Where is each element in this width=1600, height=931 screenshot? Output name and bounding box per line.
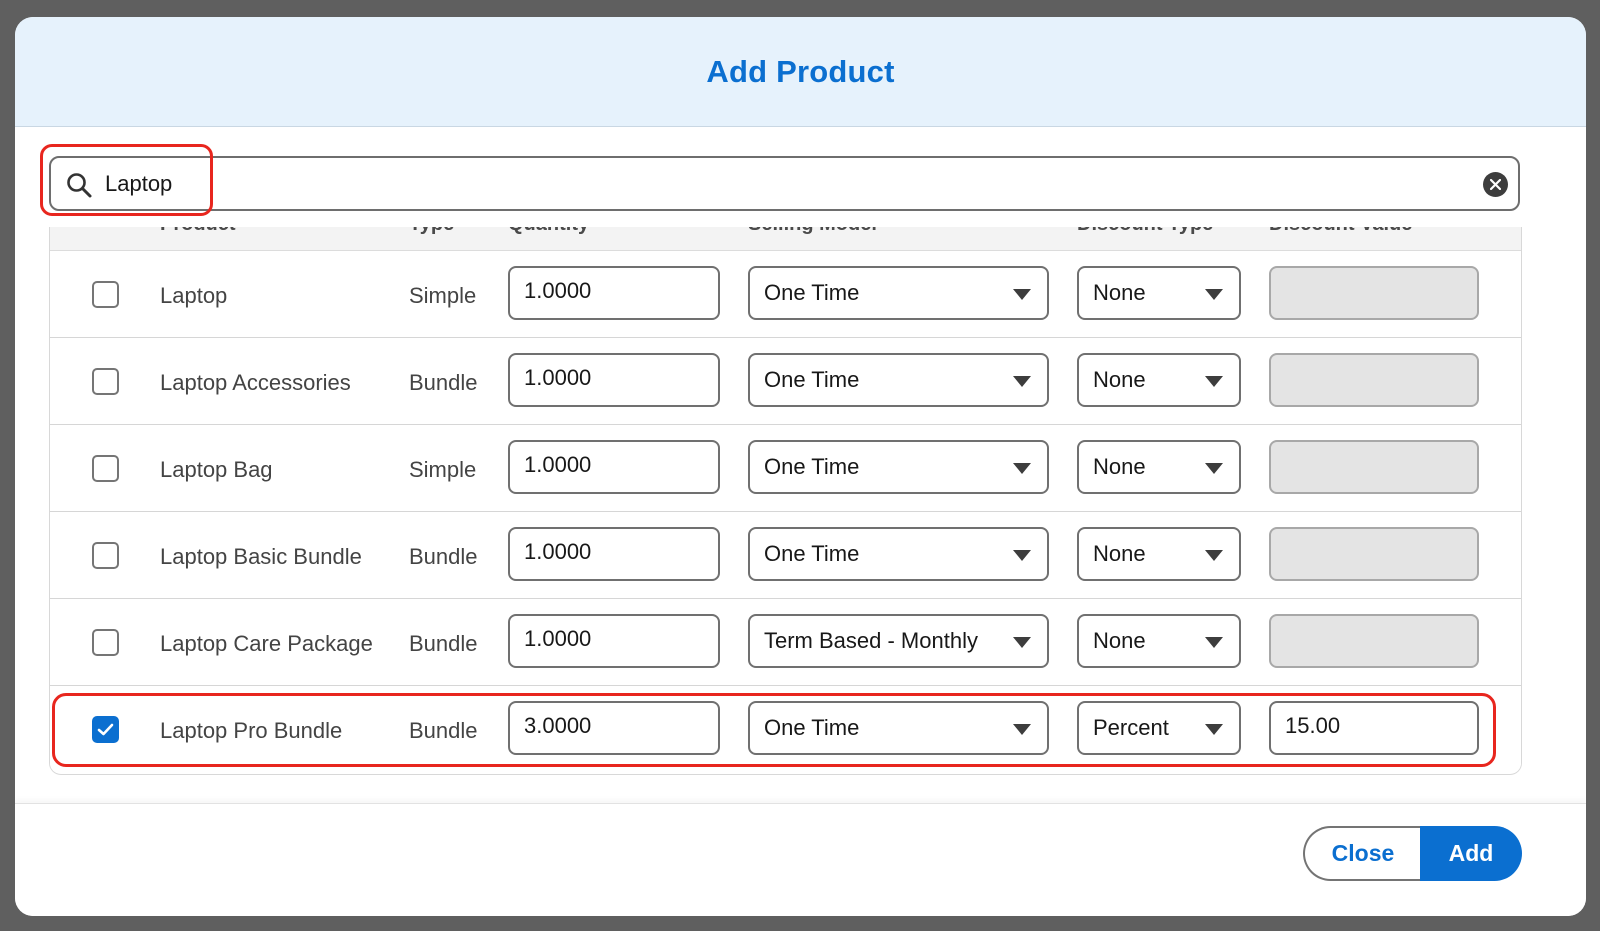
discount-type-select[interactable]: None: [1077, 440, 1241, 494]
selling-model-select[interactable]: One Time: [748, 440, 1049, 494]
quantity-value: 1.0000: [524, 539, 592, 564]
discount-type-value: None: [1093, 280, 1146, 305]
row-checkbox[interactable]: [92, 542, 119, 569]
product-name: Laptop: [160, 283, 228, 308]
column-header-type: Type: [409, 227, 454, 236]
product-type: Simple: [409, 283, 477, 308]
discount-value-input: [1269, 614, 1479, 668]
selling-model-value: One Time: [764, 541, 860, 566]
close-circle-icon[interactable]: [1483, 172, 1508, 197]
chevron-down-icon: [1205, 550, 1223, 561]
selling-model-value: One Time: [764, 367, 860, 392]
row-checkbox[interactable]: [92, 455, 119, 482]
chevron-down-icon: [1013, 289, 1031, 300]
search-input[interactable]: [105, 164, 1435, 204]
quantity-value: 3.0000: [524, 713, 592, 738]
discount-type-select[interactable]: None: [1077, 266, 1241, 320]
discount-value-input: [1269, 266, 1479, 320]
table-row: Laptop Basic Bundle Bundle 1.0000 One Time N…: [50, 512, 1521, 599]
selling-model-value: One Time: [764, 280, 860, 305]
product-table: Product Type Quantity Selling Model Disc…: [49, 227, 1522, 775]
search-icon: [67, 173, 92, 198]
column-header-selling-model: Selling Model: [748, 227, 877, 236]
checkmark-icon: [97, 723, 114, 736]
discount-type-value: None: [1093, 454, 1146, 479]
product-name: Laptop Accessories: [160, 370, 351, 395]
chevron-down-icon: [1205, 376, 1223, 387]
quantity-value: 1.0000: [524, 626, 592, 651]
discount-type-select[interactable]: None: [1077, 614, 1241, 668]
table-row: Laptop Accessories Bundle 1.0000 One Time No…: [50, 338, 1521, 425]
product-name: Laptop Bag: [160, 457, 273, 482]
discount-value-input: [1269, 353, 1479, 407]
discount-value-input: [1269, 527, 1479, 581]
discount-type-value: None: [1093, 628, 1146, 653]
column-header-quantity: Quantity: [508, 227, 589, 236]
selling-model-select[interactable]: One Time: [748, 266, 1049, 320]
product-type: Simple: [409, 457, 477, 482]
discount-value-input[interactable]: 15.00: [1269, 701, 1479, 755]
row-checkbox[interactable]: [92, 368, 119, 395]
close-button[interactable]: Close: [1303, 826, 1421, 881]
discount-value: 15.00: [1285, 713, 1341, 738]
column-header-discount-value: Discount Value: [1269, 227, 1412, 236]
quantity-value: 1.0000: [524, 278, 592, 303]
discount-type-value: Percent: [1093, 715, 1169, 740]
table-row: Laptop Bag Simple 1.0000 One Time None: [50, 425, 1521, 512]
add-button[interactable]: Add: [1420, 826, 1522, 881]
table-body: Laptop Simple 1.0000 One Time None Laptop Acc…: [50, 251, 1521, 773]
modal-title: Add Product: [706, 53, 895, 89]
add-product-modal: Add Product Product Type Quantity Sellin…: [15, 17, 1586, 916]
table-row: Laptop Simple 1.0000 One Time None: [50, 251, 1521, 338]
quantity-input[interactable]: 1.0000: [508, 353, 720, 407]
row-checkbox[interactable]: [92, 716, 119, 743]
product-type: Bundle: [409, 544, 478, 569]
chevron-down-icon: [1205, 637, 1223, 648]
product-name: Laptop Basic Bundle: [160, 544, 362, 569]
discount-type-select[interactable]: None: [1077, 527, 1241, 581]
row-checkbox[interactable]: [92, 281, 119, 308]
chevron-down-icon: [1205, 724, 1223, 735]
discount-type-select[interactable]: Percent: [1077, 701, 1241, 755]
quantity-input[interactable]: 1.0000: [508, 614, 720, 668]
selling-model-select[interactable]: One Time: [748, 527, 1049, 581]
chevron-down-icon: [1205, 289, 1223, 300]
search-box[interactable]: [49, 156, 1520, 211]
chevron-down-icon: [1013, 376, 1031, 387]
selling-model-value: One Time: [764, 454, 860, 479]
selling-model-value: One Time: [764, 715, 860, 740]
column-header-product: Product: [160, 227, 236, 236]
quantity-input[interactable]: 1.0000: [508, 266, 720, 320]
product-name: Laptop Care Package: [160, 631, 373, 656]
quantity-value: 1.0000: [524, 452, 592, 477]
selling-model-value: Term Based - Monthly: [764, 628, 978, 653]
quantity-input[interactable]: 1.0000: [508, 440, 720, 494]
quantity-value: 1.0000: [524, 365, 592, 390]
selling-model-select[interactable]: Term Based - Monthly: [748, 614, 1049, 668]
chevron-down-icon: [1013, 637, 1031, 648]
chevron-down-icon: [1013, 463, 1031, 474]
chevron-down-icon: [1205, 463, 1223, 474]
selling-model-select[interactable]: One Time: [748, 353, 1049, 407]
quantity-input[interactable]: 3.0000: [508, 701, 720, 755]
discount-type-value: None: [1093, 367, 1146, 392]
row-checkbox[interactable]: [92, 629, 119, 656]
quantity-input[interactable]: 1.0000: [508, 527, 720, 581]
modal-footer: Close Add: [15, 803, 1586, 916]
selling-model-select[interactable]: One Time: [748, 701, 1049, 755]
modal-header: Add Product: [15, 17, 1586, 127]
column-header-discount-type: Discount Type: [1077, 227, 1213, 236]
discount-value-input: [1269, 440, 1479, 494]
chevron-down-icon: [1013, 550, 1031, 561]
discount-type-value: None: [1093, 541, 1146, 566]
chevron-down-icon: [1013, 724, 1031, 735]
product-type: Bundle: [409, 718, 478, 743]
product-type: Bundle: [409, 631, 478, 656]
table-row: Laptop Pro Bundle Bundle 3.0000 One Time Per…: [50, 686, 1521, 773]
table-header: Product Type Quantity Selling Model Disc…: [50, 227, 1521, 251]
discount-type-select[interactable]: None: [1077, 353, 1241, 407]
product-name: Laptop Pro Bundle: [160, 718, 343, 743]
product-type: Bundle: [409, 370, 478, 395]
table-row: Laptop Care Package Bundle 1.0000 Term Base…: [50, 599, 1521, 686]
